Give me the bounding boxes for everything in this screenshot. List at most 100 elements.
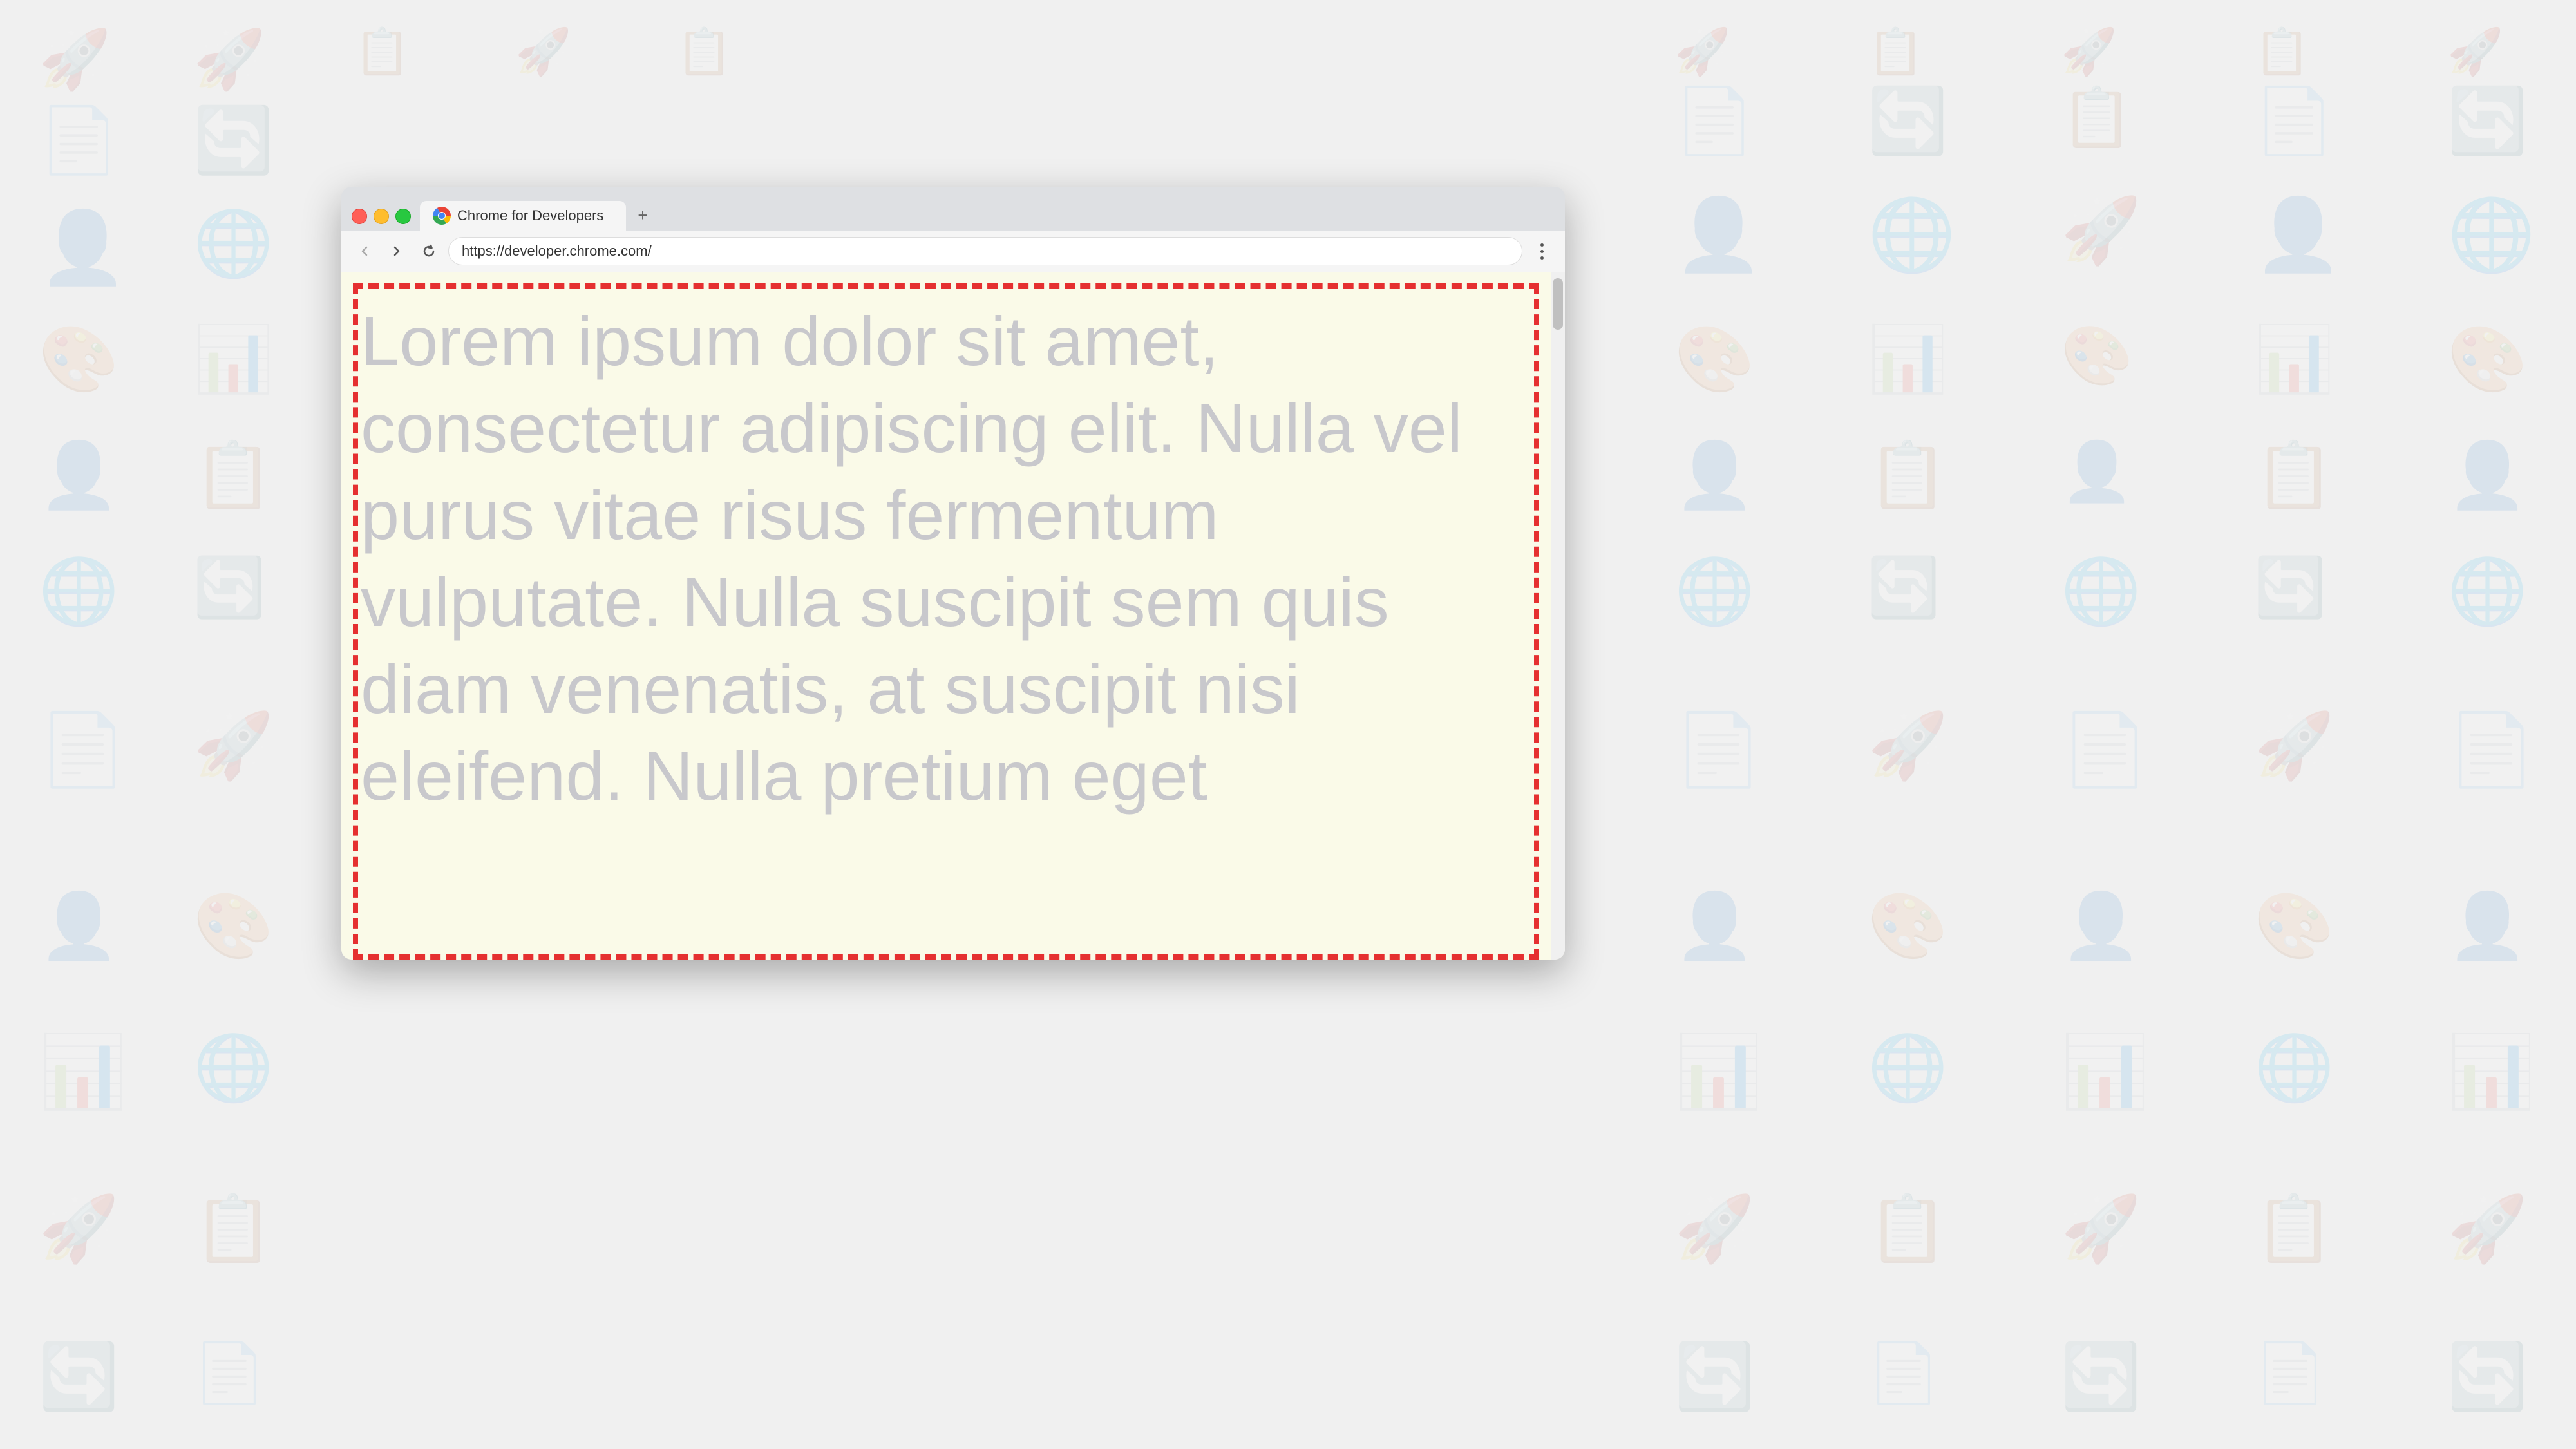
deco-icon-6: 🚀 [1674, 26, 1730, 79]
deco-icon-26: 📊 [193, 322, 274, 397]
deco-icon-39: 🌐 [39, 554, 119, 629]
deco-icon-32: 👤 [39, 438, 119, 513]
deco-icon-56: 🎨 [1868, 889, 1948, 964]
deco-icon-20: 👤 [1674, 193, 1763, 276]
deco-icon-71: 🚀 [2061, 1191, 2141, 1267]
maximize-button[interactable] [395, 209, 411, 224]
reload-button[interactable] [416, 238, 442, 264]
deco-icon-28: 📊 [1868, 322, 1948, 397]
menu-dot-1 [1540, 243, 1544, 247]
deco-icon-11: 📄 [39, 103, 119, 178]
deco-icon-46: 📄 [39, 708, 127, 791]
deco-icon-27: 🎨 [1674, 322, 1755, 397]
forward-button[interactable] [384, 238, 410, 264]
deco-icon-57: 👤 [2061, 889, 2141, 964]
deco-icon-49: 🚀 [1868, 708, 1948, 784]
back-button[interactable] [352, 238, 377, 264]
deco-icon-2: 🚀 [193, 26, 265, 93]
deco-icon-12: 🔄 [193, 103, 274, 178]
address-bar[interactable]: https://developer.chrome.com/ [448, 237, 1522, 265]
deco-icon-4: 🚀 [515, 26, 571, 79]
deco-icon-41: 🌐 [1674, 554, 1755, 629]
deco-icon-59: 👤 [2447, 889, 2528, 964]
deco-icon-72: 📋 [2254, 1191, 2334, 1267]
reload-icon [422, 244, 436, 258]
deco-icon-80: 🔄 [2447, 1340, 2528, 1415]
deco-icon-50: 📄 [2061, 708, 2149, 791]
nav-bar: https://developer.chrome.com/ [341, 231, 1565, 272]
deco-icon-52: 📄 [2447, 708, 2535, 791]
deco-icon-29: 🎨 [2061, 322, 2133, 390]
tab-title: Chrome for Developers [457, 207, 613, 224]
deco-icon-67: 🚀 [39, 1191, 119, 1267]
deco-icon-53: 👤 [39, 889, 119, 964]
deco-icon-31: 🎨 [2447, 322, 2528, 397]
deco-icon-47: 🚀 [193, 708, 274, 784]
deco-icon-3: 📋 [354, 26, 410, 79]
deco-icon-36: 👤 [2061, 438, 2133, 506]
menu-dot-2 [1540, 250, 1544, 253]
deco-icon-40: 🔄 [193, 554, 265, 621]
deco-icon-74: 🔄 [39, 1340, 119, 1415]
deco-icon-9: 📋 [2254, 26, 2310, 79]
deco-icon-68: 📋 [193, 1191, 274, 1267]
deco-icon-51: 🚀 [2254, 708, 2334, 784]
scrollbar[interactable] [1551, 272, 1565, 960]
deco-icon-44: 🔄 [2254, 554, 2326, 621]
deco-icon-25: 🎨 [39, 322, 119, 397]
close-button[interactable] [352, 209, 367, 224]
back-icon [357, 244, 372, 258]
deco-icon-60: 📊 [39, 1030, 127, 1113]
deco-icon-5: 📋 [676, 26, 732, 79]
deco-icon-77: 📄 [1868, 1340, 1940, 1407]
new-tab-button[interactable]: + [630, 202, 656, 228]
browser-window: Chrome for Developers + https://develope… [341, 187, 1565, 960]
deco-icon-63: 🌐 [1868, 1030, 1948, 1106]
deco-icon-58: 🎨 [2254, 889, 2334, 964]
deco-icon-7: 📋 [1868, 26, 1924, 79]
menu-dot-3 [1540, 256, 1544, 260]
title-bar: Chrome for Developers + [341, 187, 1565, 231]
deco-icon-45: 🌐 [2447, 554, 2528, 629]
forward-icon [390, 244, 404, 258]
deco-icon-42: 🔄 [1868, 554, 1940, 621]
deco-icon-18: 👤 [39, 206, 127, 289]
page-content: Lorem ipsum dolor sit amet, consectetur … [341, 272, 1565, 960]
deco-icon-37: 📋 [2254, 438, 2334, 513]
deco-icon-17: 🔄 [2447, 84, 2528, 159]
deco-icon-70: 📋 [1868, 1191, 1948, 1267]
deco-icon-65: 🌐 [2254, 1030, 2334, 1106]
deco-icon-35: 📋 [1868, 438, 1948, 513]
deco-icon-66: 📊 [2447, 1030, 2535, 1113]
minimize-button[interactable] [374, 209, 389, 224]
deco-icon-16: 📄 [2254, 84, 2334, 159]
scrollbar-thumb[interactable] [1553, 278, 1563, 330]
deco-icon-8: 🚀 [2061, 26, 2117, 79]
deco-icon-1: 🚀 [39, 26, 111, 93]
traffic-lights [352, 209, 411, 224]
deco-icon-43: 🌐 [2061, 554, 2141, 629]
deco-icon-19: 🌐 [193, 206, 274, 281]
deco-icon-21: 🌐 [1868, 193, 1956, 276]
deco-icon-76: 🔄 [1674, 1340, 1755, 1415]
deco-icon-61: 🌐 [193, 1030, 274, 1106]
deco-icon-38: 👤 [2447, 438, 2528, 513]
deco-icon-15: 📋 [2061, 84, 2133, 151]
deco-icon-55: 👤 [1674, 889, 1755, 964]
deco-icon-13: 📄 [1674, 84, 1755, 159]
deco-icon-33: 📋 [193, 438, 274, 513]
deco-icon-14: 🔄 [1868, 84, 1948, 159]
url-text: https://developer.chrome.com/ [462, 243, 652, 260]
deco-icon-48: 📄 [1674, 708, 1763, 791]
deco-icon-69: 🚀 [1674, 1191, 1755, 1267]
browser-menu-button[interactable] [1529, 238, 1555, 264]
deco-icon-62: 📊 [1674, 1030, 1763, 1113]
deco-icon-30: 📊 [2254, 322, 2334, 397]
active-tab[interactable]: Chrome for Developers [420, 201, 626, 231]
deco-icon-79: 📄 [2254, 1340, 2326, 1407]
deco-icon-54: 🎨 [193, 889, 274, 964]
deco-icon-22: 🚀 [2061, 193, 2141, 269]
page-lorem-text: Lorem ipsum dolor sit amet, consectetur … [361, 298, 1526, 819]
deco-icon-24: 🌐 [2447, 193, 2535, 276]
deco-icon-10: 🚀 [2447, 26, 2503, 79]
